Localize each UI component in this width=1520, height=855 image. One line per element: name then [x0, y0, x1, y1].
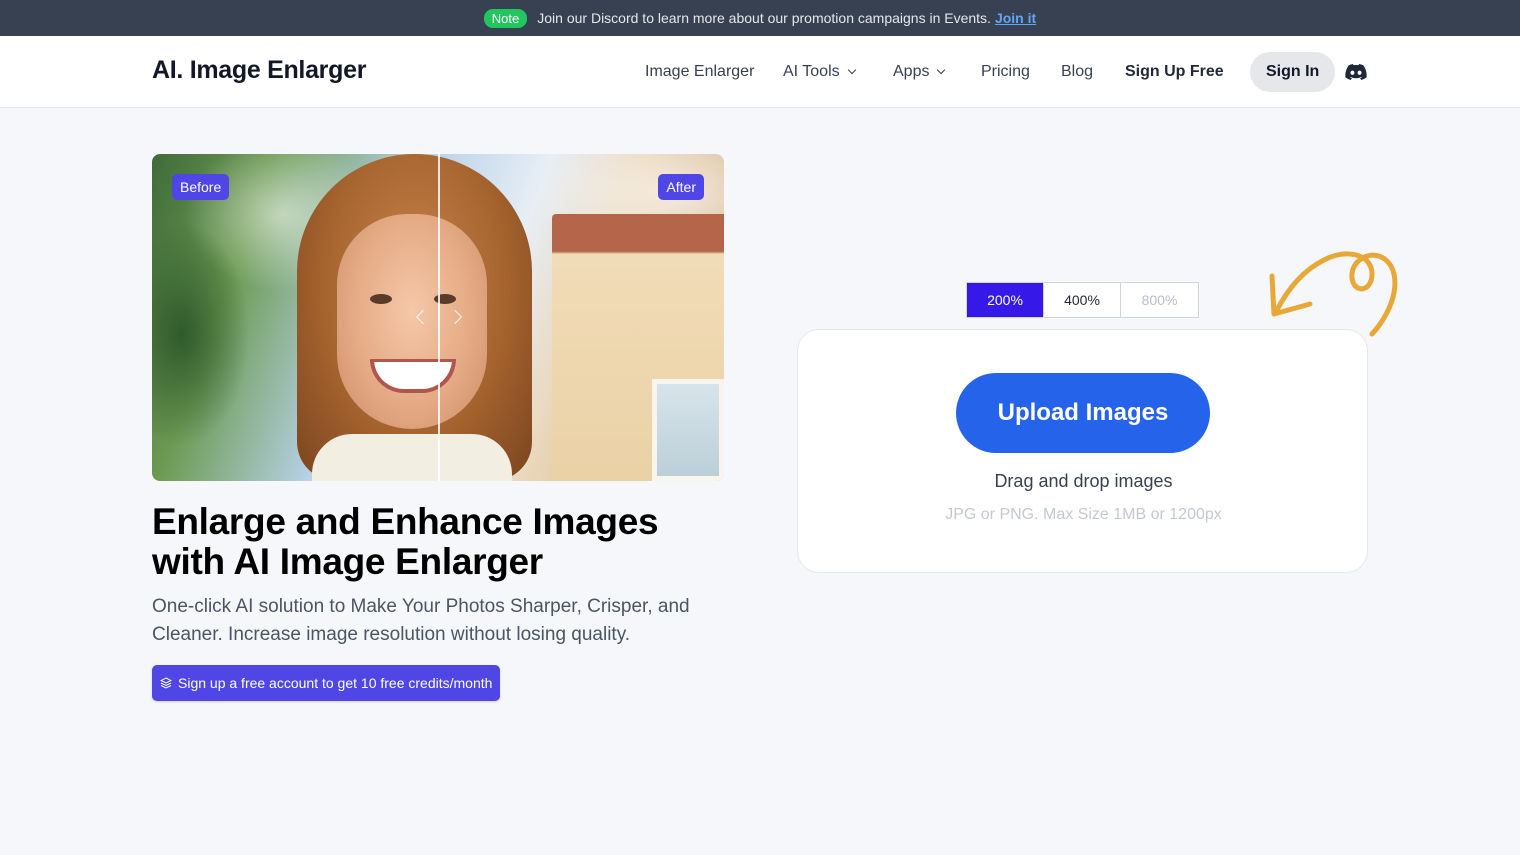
scale-200-button[interactable]: 200% — [967, 283, 1044, 317]
scale-800-button[interactable]: 800% — [1121, 283, 1198, 317]
page-title-line2: with AI Image Enlarger — [152, 541, 543, 582]
upload-dropzone[interactable]: Upload Images Drag and drop images JPG o… — [797, 329, 1368, 573]
after-label: After — [658, 174, 704, 200]
photo-trees — [152, 194, 272, 481]
before-label: Before — [172, 174, 230, 200]
scale-400-button[interactable]: 400% — [1044, 283, 1121, 317]
nav-image-enlarger[interactable]: Image Enlarger — [645, 63, 754, 81]
scale-selector: 200% 400% 800% — [966, 282, 1199, 318]
photo-shirt — [312, 434, 512, 481]
join-discord-link[interactable]: Join it — [995, 10, 1036, 26]
nav-apps-label: Apps — [893, 63, 930, 80]
nav-pricing[interactable]: Pricing — [981, 63, 1030, 81]
photo-eye-left — [370, 294, 392, 304]
nav-ai-tools[interactable]: AI Tools — [783, 63, 856, 81]
before-after-comparison[interactable]: Before After — [152, 154, 724, 481]
discord-icon[interactable] — [1345, 64, 1367, 80]
photo-face — [337, 214, 487, 429]
sign-in-button[interactable]: Sign In — [1250, 52, 1336, 92]
note-badge: Note — [483, 8, 528, 28]
free-credits-button[interactable]: Sign up a free account to get 10 free cr… — [152, 665, 501, 701]
announcement-message: Join our Discord to learn more about our… — [537, 10, 991, 26]
sign-up-button[interactable]: Sign Up Free — [1125, 63, 1224, 81]
page-title: Enlarge and Enhance Images with AI Image… — [152, 502, 752, 582]
nav-apps[interactable]: Apps — [893, 63, 946, 81]
chevron-down-icon — [937, 65, 946, 75]
site-logo[interactable]: AI. Image Enlarger — [152, 56, 366, 85]
nav-ai-tools-label: AI Tools — [783, 63, 840, 80]
layers-icon — [160, 677, 172, 689]
free-credits-label: Sign up a free account to get 10 free cr… — [178, 675, 493, 691]
drag-drop-text: Drag and drop images — [994, 471, 1173, 491]
curly-arrow-icon — [1269, 251, 1398, 337]
page-subtitle: One-click AI solution to Make Your Photo… — [152, 596, 690, 645]
photo-window — [652, 379, 724, 481]
file-requirements-hint: JPG or PNG. Max Size 1MB or 1200px — [945, 506, 1222, 523]
comparison-slider-handle[interactable] — [438, 154, 440, 481]
chevron-down-icon — [847, 65, 856, 75]
nav-blog[interactable]: Blog — [1061, 63, 1093, 81]
site-header: AI. Image Enlarger Image Enlarger AI Too… — [0, 36, 1520, 108]
page-title-line1: Enlarge and Enhance Images — [152, 501, 659, 542]
announcement-bar: Note Join our Discord to learn more abou… — [0, 0, 1520, 36]
upload-images-button[interactable]: Upload Images — [956, 373, 1210, 453]
